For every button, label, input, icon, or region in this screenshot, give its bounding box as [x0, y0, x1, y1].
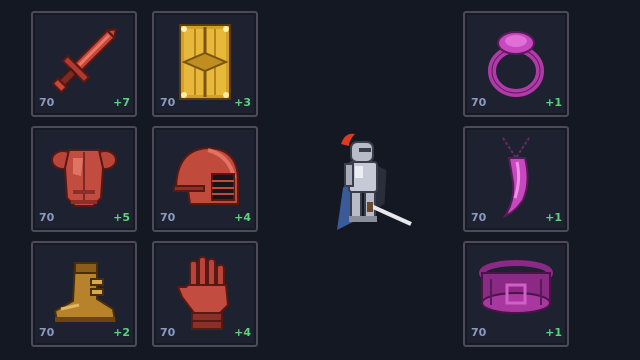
- item-level: 70: [471, 96, 487, 109]
- item-bonus: +4: [234, 326, 251, 339]
- item-bonus: +4: [234, 211, 251, 224]
- equipment-slot-belt[interactable]: 70 +1: [463, 241, 569, 347]
- item-bonus: +7: [113, 96, 130, 109]
- equipment-slot-helmet[interactable]: 70 +4: [152, 126, 258, 232]
- item-level: 70: [471, 326, 487, 339]
- item-level: 70: [471, 211, 487, 224]
- knight-character-sprite: [337, 133, 412, 230]
- equipment-slot-gloves[interactable]: 70 +4: [152, 241, 258, 347]
- item-bonus: +2: [113, 326, 130, 339]
- item-level: 70: [39, 96, 55, 109]
- item-bonus: +1: [545, 326, 562, 339]
- item-level: 70: [160, 326, 176, 339]
- item-bonus: +1: [545, 96, 562, 109]
- equipment-slot-sword[interactable]: 70 +7: [31, 11, 137, 117]
- equipment-slot-boots[interactable]: 70 +2: [31, 241, 137, 347]
- item-bonus: +3: [234, 96, 251, 109]
- item-level: 70: [39, 326, 55, 339]
- equipment-slot-armor[interactable]: 70 +5: [31, 126, 137, 232]
- item-level: 70: [160, 211, 176, 224]
- equipment-slot-necklace[interactable]: 70 +1: [463, 126, 569, 232]
- item-level: 70: [160, 96, 176, 109]
- item-level: 70: [39, 211, 55, 224]
- equipment-slot-ring[interactable]: 70 +1: [463, 11, 569, 117]
- item-bonus: +1: [545, 211, 562, 224]
- item-bonus: +5: [113, 211, 130, 224]
- equipment-slot-shield[interactable]: 70 +3: [152, 11, 258, 117]
